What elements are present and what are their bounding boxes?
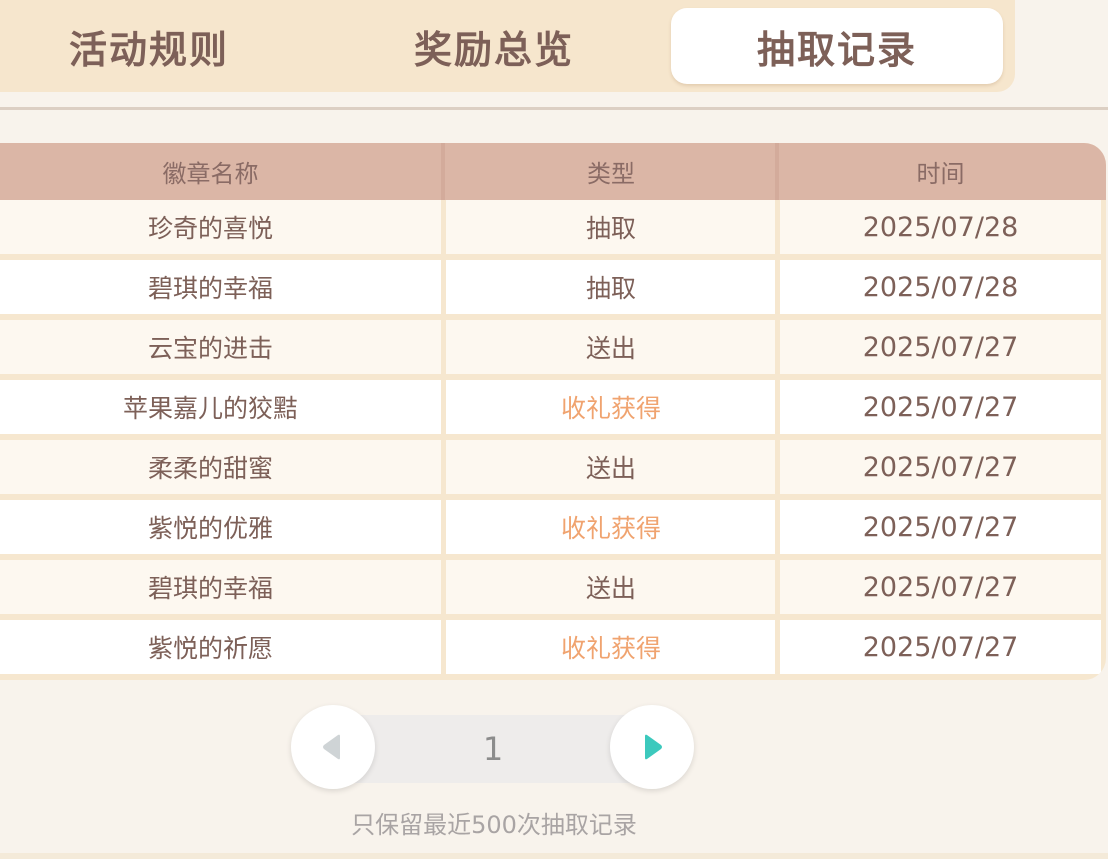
tab-activity-rules[interactable]: 活动规则 [0,8,298,84]
bottom-divider [0,853,1108,859]
date-cell: 2025/07/27 [862,331,1019,363]
type-cell: 抽取 [585,214,636,243]
triangle-right-icon [645,734,662,760]
tab-draw-records[interactable]: 抽取记录 [671,8,1003,84]
next-page-button[interactable] [610,705,694,789]
tab-bar: 活动规则 奖励总览 抽取记录 [0,0,1015,92]
badge-name-cell: 紫悦的优雅 [147,514,273,543]
badge-name-cell: 云宝的进击 [147,334,273,363]
table-row: 碧琪的幸福 抽取 2025/07/28 [0,260,1101,314]
column-header-badge-name: 徽章名称 [162,160,259,188]
date-cell: 2025/07/27 [862,631,1019,663]
badge-name-cell: 苹果嘉儿的狡黠 [122,394,298,423]
column-separator [441,200,446,680]
type-cell: 送出 [585,574,636,603]
column-separator [441,143,445,200]
date-cell: 2025/07/27 [862,451,1019,483]
column-header-type: 类型 [587,160,635,188]
badge-name-cell: 珍奇的喜悦 [147,214,273,243]
column-separator [775,143,779,200]
badge-name-cell: 碧琪的幸福 [147,574,273,603]
records-retention-note: 只保留最近500次抽取记录 [351,810,637,839]
date-cell: 2025/07/28 [862,271,1019,303]
type-cell: 收礼获得 [560,634,661,663]
date-cell: 2025/07/27 [862,511,1019,543]
table-row: 紫悦的祈愿 收礼获得 2025/07/27 [0,620,1101,674]
column-header-time: 时间 [916,160,965,188]
prev-page-button[interactable] [291,705,375,789]
table-row: 珍奇的喜悦 抽取 2025/07/28 [0,200,1101,254]
tab-rewards-overview[interactable]: 奖励总览 [345,8,643,84]
badge-name-cell: 紫悦的祈愿 [147,634,273,663]
table-row: 紫悦的优雅 收礼获得 2025/07/27 [0,500,1101,554]
badge-name-cell: 碧琪的幸福 [147,274,273,303]
triangle-left-icon [323,734,340,760]
column-separator [775,200,780,680]
type-cell: 送出 [585,334,636,363]
date-cell: 2025/07/28 [862,211,1019,243]
type-cell: 收礼获得 [560,394,661,423]
table-row: 柔柔的甜蜜 送出 2025/07/27 [0,440,1101,494]
badge-name-cell: 柔柔的甜蜜 [147,454,273,483]
table-row: 云宝的进击 送出 2025/07/27 [0,320,1101,374]
type-cell: 收礼获得 [560,514,661,543]
current-page-number: 1 [482,730,504,768]
type-cell: 送出 [585,454,636,483]
divider [0,107,1108,110]
type-cell: 抽取 [585,274,636,303]
table-row: 碧琪的幸福 送出 2025/07/27 [0,560,1101,614]
table-row: 苹果嘉儿的狡黠 收礼获得 2025/07/27 [0,380,1101,434]
table-header: 徽章名称 类型 时间 [0,143,1106,200]
date-cell: 2025/07/27 [862,391,1019,423]
records-table: 徽章名称 类型 时间 珍奇的喜悦 抽取 2025/07/28 碧琪的幸福 抽取 … [0,143,1106,680]
date-cell: 2025/07/27 [862,571,1019,603]
